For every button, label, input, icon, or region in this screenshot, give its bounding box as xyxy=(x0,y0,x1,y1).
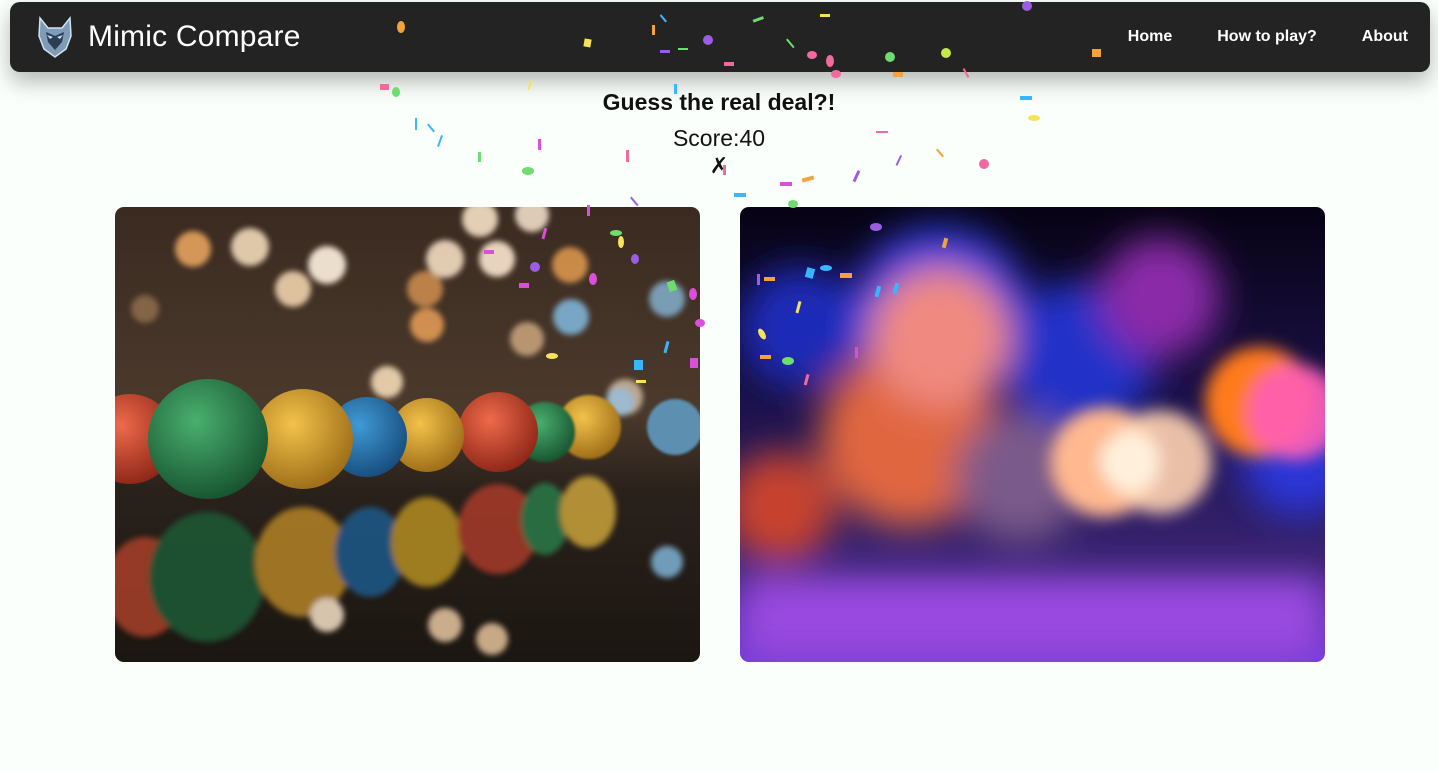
game-header: Guess the real deal?! Score:40 ✗ xyxy=(0,86,1438,178)
page: Mimic Compare Home How to play? About Gu… xyxy=(0,0,1438,771)
nav-how-to-play-link[interactable]: How to play? xyxy=(1217,28,1317,46)
nav-home-link[interactable]: Home xyxy=(1128,28,1172,46)
score-display: Score:40 xyxy=(0,124,1438,152)
right-image-option[interactable] xyxy=(740,207,1325,662)
brand-name: Mimic Compare xyxy=(88,20,301,53)
wrong-answer-icon: ✗ xyxy=(709,153,729,178)
score-value: 40 xyxy=(739,125,766,151)
brand[interactable]: Mimic Compare xyxy=(36,16,301,58)
nav-links: Home How to play? About xyxy=(1128,28,1408,46)
left-image-option[interactable] xyxy=(115,207,700,662)
balls-photo xyxy=(115,207,700,662)
wolf-mask-icon xyxy=(38,16,72,58)
score-label: Score: xyxy=(672,125,740,151)
nav-about-link[interactable]: About xyxy=(1362,28,1408,46)
top-navbar: Mimic Compare Home How to play? About xyxy=(10,2,1430,72)
game-title: Guess the real deal?! xyxy=(602,89,836,115)
bokeh-photo xyxy=(740,207,1325,662)
